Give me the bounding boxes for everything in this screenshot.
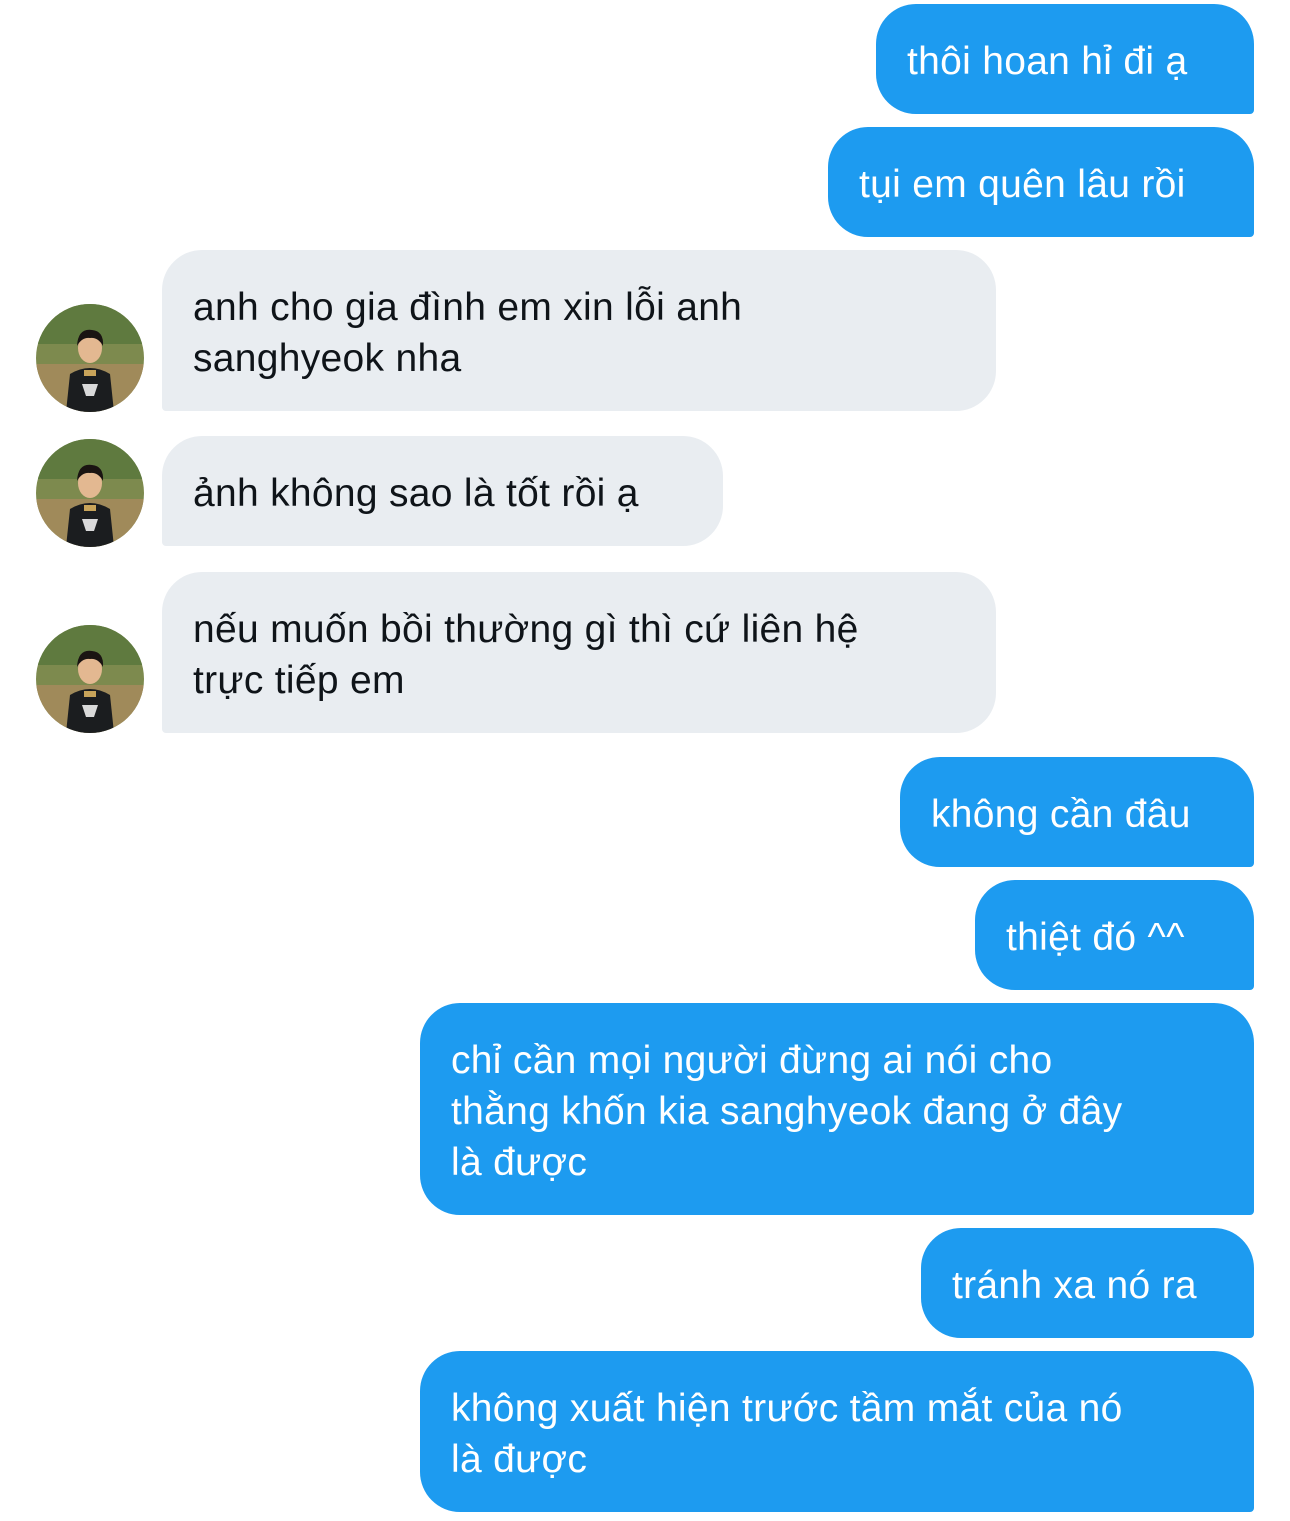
contact-avatar[interactable] [36, 304, 144, 412]
avatar-photo-icon [36, 625, 144, 733]
outgoing-message-bubble[interactable]: tránh xa nó ra [921, 1228, 1254, 1338]
avatar-photo-icon [36, 304, 144, 412]
incoming-message-bubble[interactable]: anh cho gia đình em xin lỗi anh sanghyeo… [162, 250, 996, 411]
outgoing-message-bubble[interactable]: chỉ cần mọi người đừng ai nói cho thằng … [420, 1003, 1254, 1215]
message-thread: thôi hoan hỉ đi ạ tụi em quên lâu rồi an… [0, 0, 1290, 1521]
outgoing-message-bubble[interactable]: thôi hoan hỉ đi ạ [876, 4, 1254, 114]
outgoing-message-bubble[interactable]: tụi em quên lâu rồi [828, 127, 1254, 237]
contact-avatar[interactable] [36, 439, 144, 547]
outgoing-message-bubble[interactable]: không xuất hiện trước tầm mắt của nó là … [420, 1351, 1254, 1512]
avatar-photo-icon [36, 439, 144, 547]
contact-avatar[interactable] [36, 625, 144, 733]
outgoing-message-bubble[interactable]: thiệt đó ^^ [975, 880, 1254, 990]
incoming-message-bubble[interactable]: ảnh không sao là tốt rồi ạ [162, 436, 723, 546]
incoming-message-bubble[interactable]: nếu muốn bồi thường gì thì cứ liên hệ tr… [162, 572, 996, 733]
outgoing-message-bubble[interactable]: không cần đâu [900, 757, 1254, 867]
